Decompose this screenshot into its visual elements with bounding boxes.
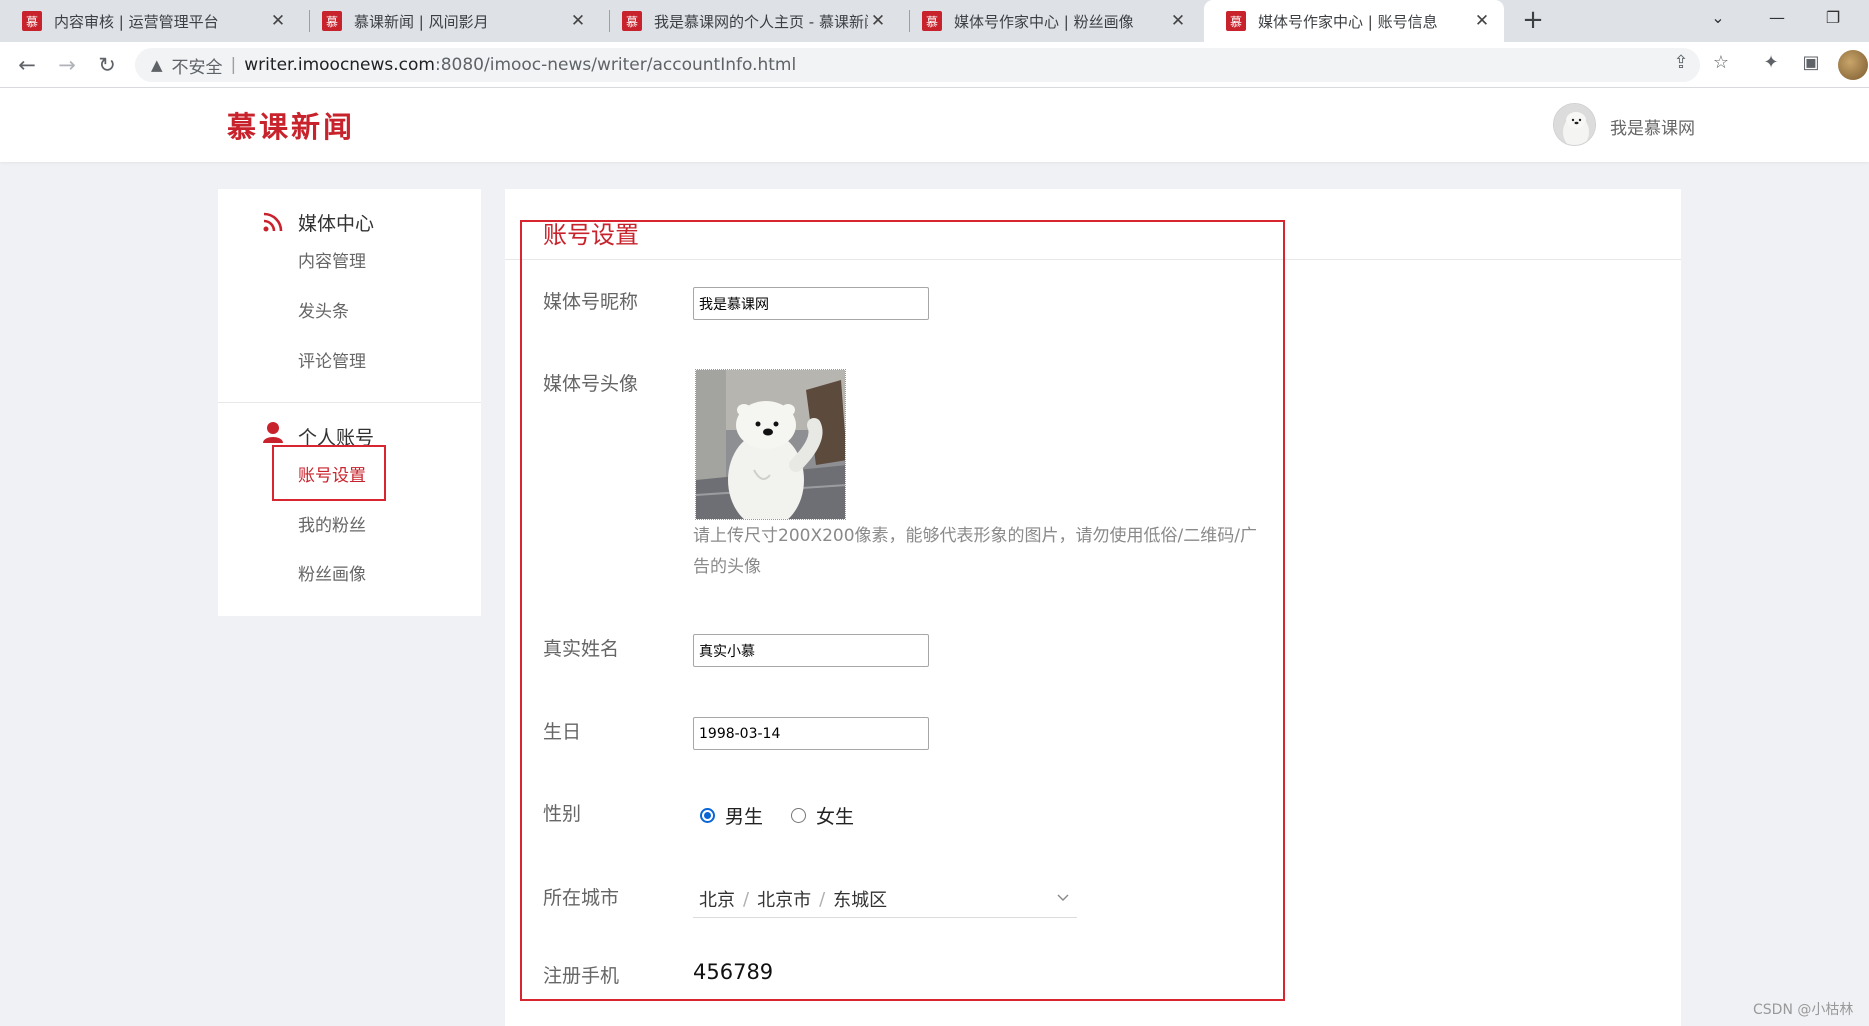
tab-title: 我是慕课网的个人主页 - 慕课新闻 (654, 12, 868, 31)
city-city: 北京市 (757, 890, 812, 911)
sidebar-divider (218, 402, 481, 403)
site-favicon: 慕 (22, 11, 42, 31)
tab-title: 媒体号作家中心 | 粉丝画像 (954, 12, 1134, 31)
gender-female-label[interactable]: 女生 (816, 802, 854, 829)
user-icon (263, 422, 283, 443)
close-icon[interactable]: ✕ (268, 11, 288, 31)
url-path: :8080/imooc-news/writer/accountInfo.html (435, 55, 797, 75)
birthday-input[interactable] (693, 717, 929, 750)
close-icon[interactable]: ✕ (1168, 11, 1188, 31)
new-tab-icon[interactable]: + (1518, 6, 1548, 36)
back-arrow-icon[interactable]: ← (14, 52, 40, 78)
sidebar: 媒体中心 内容管理 发头条 评论管理 个人账号 账号设置 我的粉丝 粉丝画像 (218, 189, 481, 616)
extensions-puzzle-icon[interactable]: ✦ (1758, 52, 1784, 73)
phone-label: 注册手机 (543, 965, 620, 987)
city-separator: / (819, 888, 826, 910)
city-province: 北京 (699, 890, 735, 911)
browser-tab-1[interactable]: 慕 内容审核 | 运营管理平台 ✕ (0, 0, 300, 42)
avatar-upload-hint: 请上传尺寸200X200像素，能够代表形象的图片，请勿使用低俗/二维码/广告的头… (693, 526, 1257, 577)
sidebar-item-fan-portrait[interactable]: 粉丝画像 (298, 560, 366, 585)
city-label: 所在城市 (543, 887, 620, 909)
side-panel-icon[interactable]: ▣ (1798, 52, 1824, 73)
nickname-label: 媒体号昵称 (543, 291, 639, 313)
browser-tab-5-active[interactable]: 慕 媒体号作家中心 | 账号信息 ✕ (1204, 0, 1504, 42)
site-favicon: 慕 (922, 11, 942, 31)
account-settings-panel: 账号设置 媒体号昵称 媒体号头像 请上传尺寸200X200像素，能够代表形象的图… (505, 189, 1681, 1026)
page-title: 账号设置 (543, 221, 639, 249)
chevron-down-icon (1057, 894, 1069, 901)
tab-title: 媒体号作家中心 | 账号信息 (1258, 12, 1438, 31)
restore-icon[interactable]: ❐ (1818, 8, 1848, 27)
browser-tab-3[interactable]: 慕 我是慕课网的个人主页 - 慕课新闻 ✕ (600, 0, 900, 42)
site-favicon: 慕 (1226, 11, 1246, 31)
gender-male-radio[interactable] (700, 808, 715, 823)
header-username[interactable]: 我是慕课网 (1610, 114, 1695, 139)
forward-arrow-icon[interactable]: → (54, 52, 80, 78)
close-icon[interactable]: ✕ (1472, 11, 1492, 31)
minimize-icon[interactable]: — (1762, 8, 1792, 27)
tab-title: 慕课新闻 | 风间影月 (354, 12, 489, 31)
avatar-label: 媒体号头像 (543, 373, 639, 395)
gender-label: 性别 (543, 803, 582, 825)
browser-tab-2[interactable]: 慕 慕课新闻 | 风间影月 ✕ (300, 0, 600, 42)
gender-male-label[interactable]: 男生 (725, 802, 763, 829)
birthday-label: 生日 (543, 721, 582, 743)
avatar[interactable] (1553, 103, 1596, 146)
gender-radio-group: 男生 女生 (700, 802, 882, 829)
site-logo[interactable]: 慕课新闻 (227, 104, 355, 146)
nickname-input[interactable] (693, 287, 929, 320)
gender-female-radio[interactable] (791, 808, 807, 823)
sidebar-item-my-fans[interactable]: 我的粉丝 (298, 511, 366, 536)
sidebar-item-post-headline[interactable]: 发头条 (298, 297, 349, 322)
rss-icon (263, 212, 283, 232)
city-district: 东城区 (833, 890, 888, 911)
address-separator: | (230, 55, 237, 75)
sidebar-item-content-management[interactable]: 内容管理 (298, 247, 366, 272)
site-header: 慕课新闻 我是慕课网 (0, 88, 1869, 162)
security-label: 不安全 (171, 57, 223, 78)
close-icon[interactable]: ✕ (568, 11, 588, 31)
real-name-input[interactable] (693, 634, 929, 667)
close-icon[interactable]: ✕ (868, 11, 888, 31)
phone-value: 456789 (693, 960, 774, 984)
sidebar-group-media-center: 媒体中心 (298, 213, 375, 235)
site-favicon: 慕 (622, 11, 642, 31)
address-bar[interactable]: ▲ 不安全 | writer.imoocnews.com :8080/imooc… (135, 48, 1700, 82)
reload-icon[interactable]: ↻ (94, 52, 120, 78)
watermark: CSDN @小枯林 (1753, 1002, 1854, 1018)
site-favicon: 慕 (322, 11, 342, 31)
browser-profile-avatar[interactable] (1838, 50, 1868, 80)
browser-tab-bar: 慕 内容审核 | 运营管理平台 ✕ 慕 慕课新闻 | 风间影月 ✕ 慕 我是慕课… (0, 0, 1869, 42)
active-item-highlight (272, 445, 386, 501)
avatar-upload-image[interactable] (695, 369, 846, 520)
bookmark-star-icon[interactable]: ☆ (1708, 52, 1734, 73)
tab-title: 内容审核 | 运营管理平台 (54, 12, 219, 31)
share-icon[interactable]: ⇪ (1668, 52, 1694, 73)
browser-tab-4[interactable]: 慕 媒体号作家中心 | 粉丝画像 ✕ (900, 0, 1200, 42)
real-name-label: 真实姓名 (543, 638, 620, 660)
tab-search-chevron-icon[interactable]: ⌄ (1703, 8, 1733, 27)
warning-triangle-icon[interactable]: ▲ (151, 56, 163, 74)
url-host: writer.imoocnews.com (244, 55, 435, 75)
browser-toolbar: ← → ↻ ▲ 不安全 | writer.imoocnews.com :8080… (0, 42, 1869, 88)
city-cascader-select[interactable]: 北京 / 北京市 / 东城区 (693, 881, 1077, 918)
sidebar-item-comment-management[interactable]: 评论管理 (298, 347, 366, 372)
city-separator: / (743, 888, 750, 910)
